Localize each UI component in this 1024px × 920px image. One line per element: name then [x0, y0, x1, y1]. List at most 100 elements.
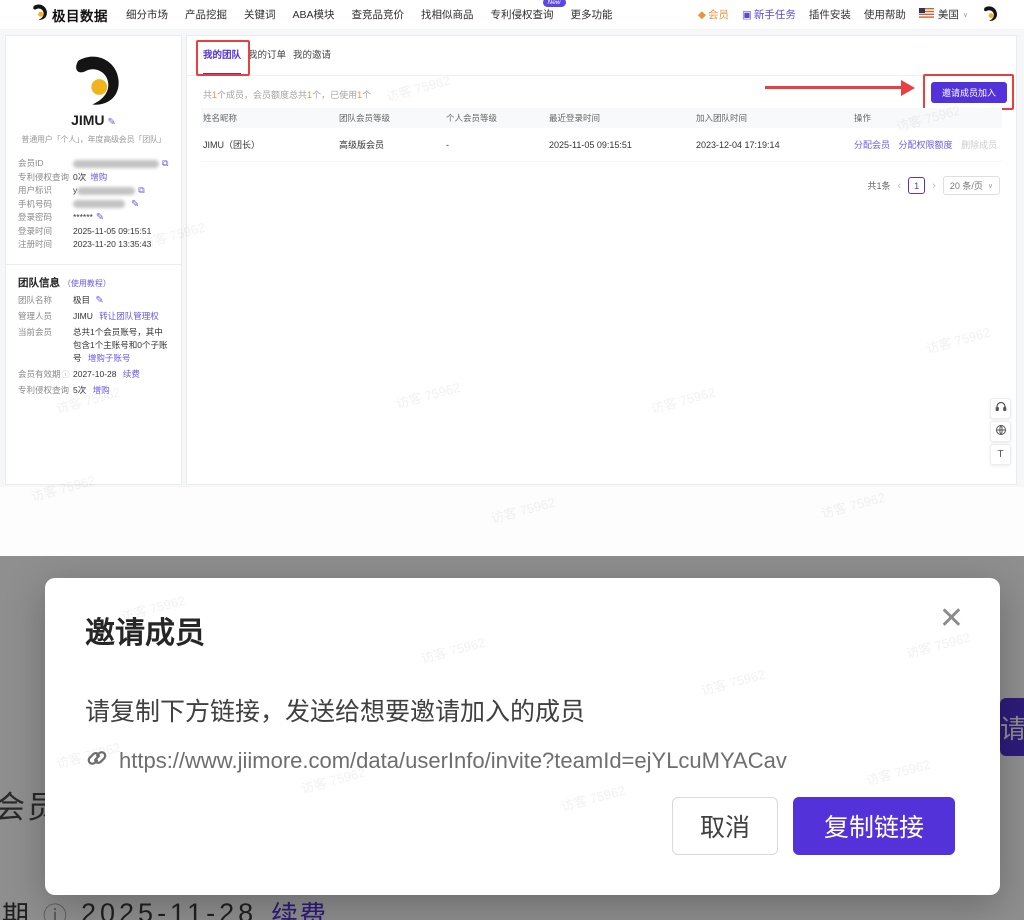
tab-bar: 我的团队 我的订单 我的邀请 — [187, 36, 1016, 76]
remove-member-link: 删除成员 — [961, 140, 997, 150]
floating-toolbar: T — [990, 398, 1011, 465]
assign-quota-link[interactable]: 分配权限额度 — [899, 140, 953, 150]
info-row-user-tag: 用户标识 y ⧉ — [18, 184, 169, 198]
navbar-right: ◆ 会员 ▣ 新手任务 插件安装 使用帮助 美国 ∨ — [698, 5, 998, 25]
edit-password-icon[interactable]: ✎ — [96, 211, 104, 225]
customer-service-button[interactable] — [990, 398, 1011, 419]
modal-message: 请复制下方链接，发送给想要邀请加入的成员 — [85, 692, 585, 728]
team-panel: 我的团队 我的订单 我的邀请 共1个成员，会员额度总共1个，已使用1个 邀请成员… — [186, 35, 1017, 485]
invite-link-text[interactable]: https://www.jiimore.com/data/userInfo/in… — [119, 748, 787, 774]
menu-item-aba[interactable]: ABA模块 — [293, 7, 335, 22]
menu-item-patent[interactable]: 专利侵权查询 New — [491, 7, 554, 22]
letter-t-icon: T — [997, 449, 1003, 460]
table-row: JIMU（团长） 高级版会员 - 2025-11-05 09:15:51 202… — [201, 128, 1002, 162]
transfer-admin-link[interactable]: 转让团队管理权 — [99, 311, 159, 321]
info-row-patent-quota: 专利侵权查询 0次 增购 — [18, 171, 169, 185]
copy-icon[interactable]: ⧉ — [138, 184, 144, 198]
cell-operations: 分配会员 分配权限额度 删除成员 — [854, 128, 997, 162]
page-number[interactable]: 1 — [908, 177, 925, 194]
page: 极目数据 细分市场 产品挖掘 关键词 ABA模块 查竞品竞价 找相似商品 专利侵… — [0, 0, 1024, 920]
tab-my-invites[interactable]: 我的邀请 — [293, 36, 331, 75]
prev-page-icon[interactable]: ‹ — [898, 180, 902, 192]
team-row-expiry: 会员有效期ⓘ 2027-10-28 续费 — [18, 368, 169, 381]
modal-section: 会员 请 期 ⓘ 2025-11-28 续费 邀请成员 ✕ 请复制下方链接，发送… — [0, 556, 1024, 920]
divider — [6, 264, 181, 265]
help-link[interactable]: 使用帮助 — [864, 7, 906, 22]
team-info-header: 团队信息 （使用教程） — [18, 275, 169, 290]
page-size-select[interactable]: 20 条/页 ∨ — [943, 176, 1000, 195]
menu-item-keyword[interactable]: 关键词 — [244, 7, 276, 22]
buy-more-link[interactable]: 增购 — [93, 385, 110, 395]
buy-subaccount-link[interactable]: 增购子账号 — [88, 353, 131, 363]
headset-icon — [995, 401, 1007, 416]
annotation-arrow-line — [765, 86, 903, 89]
link-chain-icon — [85, 746, 109, 776]
modal-title: 邀请成员 — [85, 608, 205, 652]
jimu-logo-icon — [30, 3, 48, 26]
close-icon[interactable]: ✕ — [939, 604, 964, 634]
redacted-member-id — [73, 160, 159, 168]
plugin-install-link[interactable]: 插件安装 — [809, 7, 851, 22]
info-row-login-time: 登录时间 2025-11-05 09:15:51 — [18, 225, 169, 239]
tab-my-orders[interactable]: 我的订单 — [248, 36, 286, 75]
buy-more-link[interactable]: 增购 — [90, 171, 107, 185]
menu-item-market[interactable]: 细分市场 — [126, 7, 168, 22]
cell-personal-level: - — [446, 128, 449, 162]
jimu-logo-large-icon — [66, 52, 122, 108]
edit-phone-icon[interactable]: ✎ — [131, 198, 139, 212]
renew-link[interactable]: 续费 — [123, 369, 140, 379]
newbie-task-link[interactable]: ▣ 新手任务 — [742, 7, 796, 22]
member-summary: 共1个成员，会员额度总共1个，已使用1个 — [203, 88, 371, 101]
team-info-rows: 团队名称 极目 ✎ 管理人员 JIMU 转让团队管理权 当前会员 总共1个会员账… — [18, 294, 169, 397]
top-navbar: 极目数据 细分市场 产品挖掘 关键词 ABA模块 查竞品竞价 找相似商品 专利侵… — [0, 0, 1024, 30]
team-row-admin: 管理人员 JIMU 转让团队管理权 — [18, 310, 169, 323]
tab-my-team[interactable]: 我的团队 — [203, 36, 241, 75]
invite-member-modal: 邀请成员 ✕ 请复制下方链接，发送给想要邀请加入的成员 https://www.… — [45, 578, 1000, 895]
cancel-button[interactable]: 取消 — [672, 797, 778, 855]
info-row-phone: 手机号码 ✎ — [18, 198, 169, 212]
menu-item-product[interactable]: 产品挖掘 — [185, 7, 227, 22]
cell-name: JIMU（团长） — [203, 128, 260, 162]
account-info-rows: 会员ID ⧉ 专利侵权查询 0次 增购 用户标识 y ⧉ 手机号码 ✎ — [18, 157, 169, 252]
tutorial-link[interactable]: （使用教程） — [63, 279, 111, 288]
copy-link-button[interactable]: 复制链接 — [793, 797, 955, 855]
vip-link[interactable]: ◆ 会员 — [698, 7, 729, 22]
pagination-total: 共1条 — [868, 179, 891, 192]
language-globe-button[interactable] — [990, 421, 1011, 442]
info-icon: ⓘ — [62, 370, 70, 379]
jimu-mini-logo-icon — [981, 5, 998, 25]
next-page-icon[interactable]: › — [932, 180, 936, 192]
cell-team-level: 高级版会员 — [339, 128, 384, 162]
assign-member-link[interactable]: 分配会员 — [854, 140, 890, 150]
user-profile-card: JIMU✎ 普通用户「个人」，年度高级会员「团队」 会员ID ⧉ 专利侵权查询 … — [5, 35, 182, 485]
invite-member-button[interactable]: 邀请成员加入 — [931, 82, 1007, 103]
chevron-down-icon: ∨ — [963, 11, 968, 19]
membership-description: 普通用户「个人」，年度高级会员「团队」 — [18, 134, 169, 145]
brand-logo[interactable]: 极目数据 — [30, 3, 108, 26]
team-row-name: 团队名称 极目 ✎ — [18, 294, 169, 307]
redacted-phone — [73, 200, 125, 208]
globe-icon — [995, 424, 1007, 439]
edit-team-name-icon[interactable]: ✎ — [95, 295, 103, 306]
username: JIMU✎ — [18, 112, 169, 128]
team-row-patent-quota: 专利侵权查询 5次 增购 — [18, 384, 169, 397]
brand-name: 极目数据 — [52, 5, 108, 25]
copy-icon[interactable]: ⧉ — [162, 157, 168, 171]
menu-item-similar[interactable]: 找相似商品 — [421, 7, 474, 22]
new-badge: New — [543, 0, 566, 7]
info-row-password: 登录密码 ****** ✎ — [18, 211, 169, 225]
team-row-members: 当前会员 总共1个会员账号，其中包含1个主账号和0个子账号 增购子账号 — [18, 326, 169, 365]
us-flag-icon — [919, 8, 934, 21]
language-selector[interactable]: 美国 ∨ — [919, 7, 968, 22]
diamond-icon: ◆ — [698, 9, 706, 21]
menu-item-more[interactable]: 更多功能 — [571, 7, 613, 22]
menu-item-bid[interactable]: 查竞品竞价 — [352, 7, 405, 22]
edit-username-icon[interactable]: ✎ — [108, 117, 116, 128]
text-size-button[interactable]: T — [990, 444, 1011, 465]
main-menu: 细分市场 产品挖掘 关键词 ABA模块 查竞品竞价 找相似商品 专利侵权查询 N… — [126, 7, 613, 22]
chevron-down-icon: ∨ — [988, 182, 993, 190]
task-icon: ▣ — [742, 9, 752, 21]
info-row-member-id: 会员ID ⧉ — [18, 157, 169, 171]
invite-link-row: https://www.jiimore.com/data/userInfo/in… — [85, 746, 787, 776]
table-header: 姓名昵称 团队会员等级 个人会员等级 最近登录时间 加入团队时间 操作 — [201, 108, 1002, 128]
